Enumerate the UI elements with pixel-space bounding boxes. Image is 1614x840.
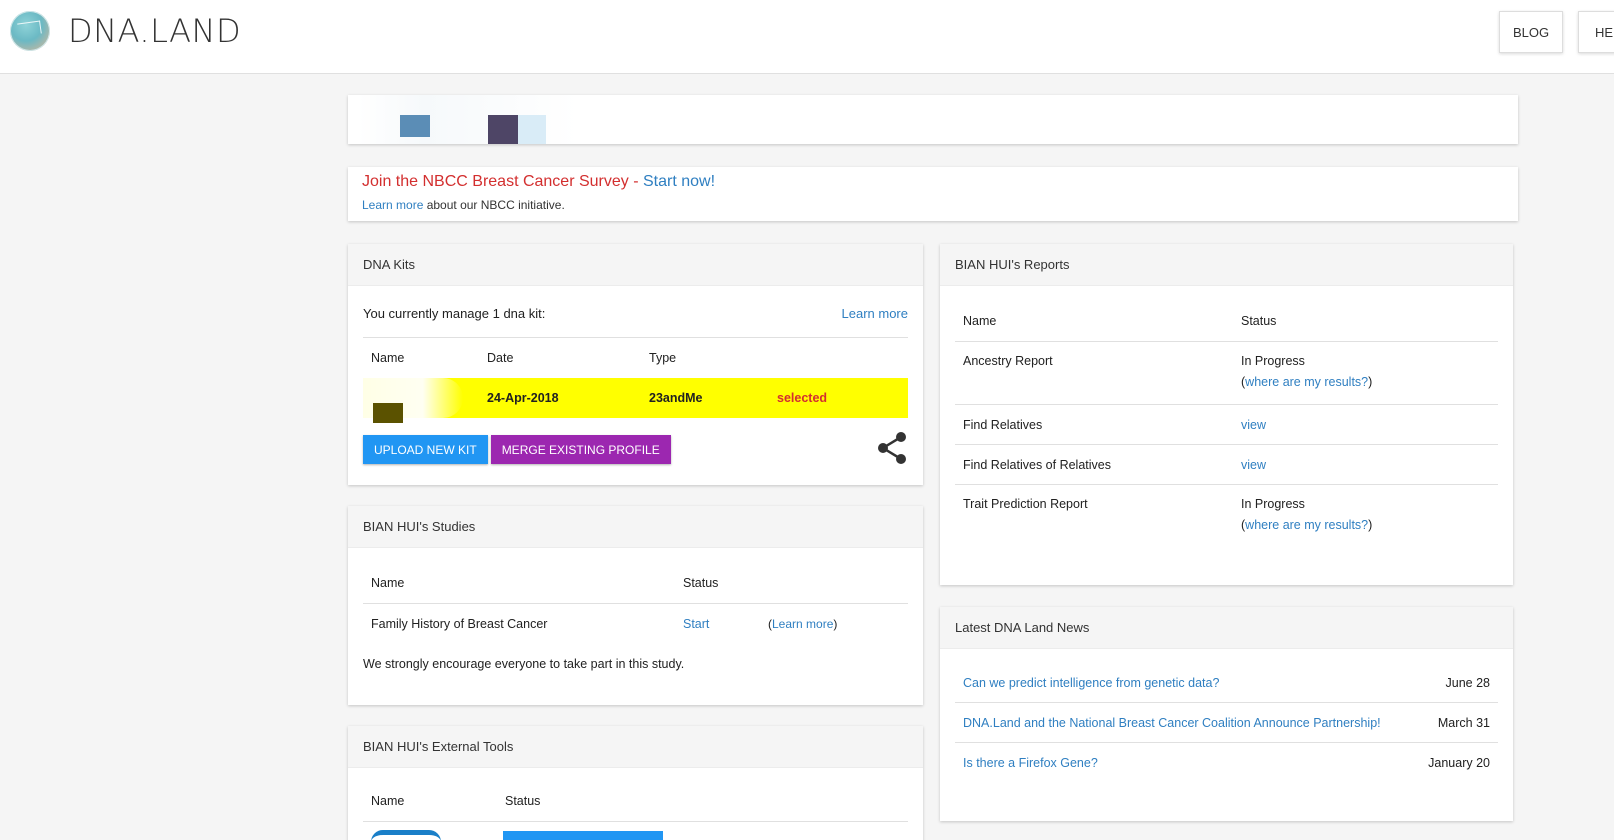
upload-new-kit-button[interactable]: UPLOAD NEW KIT [363, 435, 488, 464]
report-results-hint: (where are my results?) [1241, 518, 1372, 532]
news-item: Is there a Firefox Gene? January 20 [955, 743, 1498, 783]
column-header-status: Status [505, 793, 541, 808]
study-note: We strongly encourage everyone to take p… [363, 657, 685, 671]
news-link[interactable]: Can we predict intelligence from genetic… [963, 676, 1219, 690]
report-status: In Progress (where are my results?) [1241, 497, 1372, 539]
paren: ) [1368, 375, 1373, 389]
tools-table-header: Name Status [363, 768, 908, 822]
studies-table-header: Name Status [363, 548, 908, 604]
image-fragment [518, 115, 546, 144]
kit-selected-label: selected [777, 391, 828, 405]
news-date: March 31 [1437, 715, 1490, 730]
column-header-date: Date [487, 351, 514, 365]
top-bar: DNA.LAND BLOG HE [0, 0, 1614, 74]
report-status-text: In Progress [1241, 497, 1305, 511]
kit-date: 24-Apr-2018 [487, 391, 559, 405]
external-tools-card: BIAN HUI's External Tools Name Status [348, 726, 923, 840]
column-header-name: Name [963, 313, 997, 328]
where-are-my-results-link[interactable]: where are my results? [1245, 375, 1368, 389]
column-header-status: Status [1241, 313, 1277, 328]
column-header-name: Name [371, 575, 405, 590]
find-relatives-view-link[interactable]: view [1241, 418, 1266, 432]
logo-text: DNA.LAND [68, 12, 242, 50]
kits-learn-more-link[interactable]: Learn more [842, 306, 908, 337]
report-status-text: In Progress [1241, 354, 1305, 368]
find-relatives-of-relatives-view-link[interactable]: view [1241, 458, 1266, 472]
dna-land-logo-icon [10, 11, 50, 51]
card-header: DNA Kits [348, 244, 923, 286]
column-header-name: Name [371, 351, 405, 365]
news-card: Latest DNA Land News Can we predict inte… [940, 607, 1513, 821]
news-link[interactable]: DNA.Land and the National Breast Cancer … [963, 716, 1381, 730]
kit-row-selected[interactable]: 24-Apr-2018 23andMe selected [363, 378, 908, 423]
study-learn-more: (Learn more) [768, 617, 837, 631]
kit-type: 23andMe [649, 391, 703, 405]
report-row: Trait Prediction Report In Progress (whe… [955, 485, 1498, 548]
paren: ) [1368, 518, 1373, 532]
nav-help-button[interactable]: HE [1578, 11, 1614, 53]
learn-more-link[interactable]: Learn more [362, 198, 423, 212]
report-row: Find Relatives view [955, 405, 1498, 445]
manage-text: You currently manage 1 dna kit: [363, 306, 546, 321]
news-link[interactable]: Is there a Firefox Gene? [963, 756, 1098, 770]
report-status: In Progress (where are my results?) [1241, 354, 1372, 396]
paren: ) [833, 617, 838, 631]
column-header-status: Status [683, 575, 719, 590]
dna-kits-card: DNA Kits You currently manage 1 dna kit:… [348, 244, 923, 485]
tool-row [363, 822, 908, 840]
report-name: Ancestry Report [963, 354, 1053, 368]
start-now-link[interactable]: Start now! [643, 173, 715, 190]
card-header: BIAN HUI's Studies [348, 506, 923, 548]
news-item: DNA.Land and the National Breast Cancer … [955, 703, 1498, 743]
column-header-name: Name [371, 793, 405, 808]
profile-banner [348, 95, 1518, 144]
news-date: January 20 [1428, 756, 1490, 770]
image-fragment [488, 115, 518, 144]
logo[interactable]: DNA.LAND [10, 11, 241, 51]
report-name: Find Relatives of Relatives [963, 457, 1111, 472]
study-learn-more-link[interactable]: Learn more [772, 617, 833, 631]
survey-title-text: Join the NBCC Breast Cancer Survey - [362, 173, 643, 190]
report-name: Find Relatives [963, 417, 1043, 432]
card-header: Latest DNA Land News [940, 607, 1513, 649]
reports-table-header: Name Status [955, 286, 1498, 342]
merge-existing-profile-button[interactable]: MERGE EXISTING PROFILE [490, 435, 671, 464]
image-fragment [373, 403, 403, 423]
tool-action-button[interactable] [503, 831, 663, 840]
nav-blog-button[interactable]: BLOG [1499, 11, 1563, 53]
image-fragment [400, 115, 430, 137]
kits-table-header: Name Date Type [363, 338, 908, 378]
card-header: BIAN HUI's External Tools [348, 726, 923, 768]
survey-subtitle-text: about our NBCC initiative. [423, 198, 565, 212]
report-results-hint: (where are my results?) [1241, 375, 1372, 389]
column-header-type: Type [649, 351, 677, 365]
news-date: June 28 [1445, 675, 1490, 690]
reports-card: BIAN HUI's Reports Name Status Ancestry … [940, 244, 1513, 585]
tool-logo [371, 830, 441, 840]
studies-card: BIAN HUI's Studies Name Status Family Hi… [348, 506, 923, 705]
survey-subtitle: Learn more about our NBCC initiative. [362, 198, 1504, 212]
report-name: Trait Prediction Report [963, 497, 1088, 511]
study-row: Family History of Breast Cancer Start (L… [363, 604, 908, 644]
card-header: BIAN HUI's Reports [940, 244, 1513, 286]
study-start-link[interactable]: Start [683, 617, 768, 631]
survey-title: Join the NBCC Breast Cancer Survey - Sta… [362, 173, 1504, 191]
nbcc-survey-card: Join the NBCC Breast Cancer Survey - Sta… [348, 167, 1518, 221]
share-icon[interactable] [876, 431, 908, 470]
study-name: Family History of Breast Cancer [371, 617, 548, 631]
report-row: Find Relatives of Relatives view [955, 445, 1498, 485]
news-item: Can we predict intelligence from genetic… [955, 663, 1498, 703]
where-are-my-results-link[interactable]: where are my results? [1245, 518, 1368, 532]
report-row: Ancestry Report In Progress (where are m… [955, 342, 1498, 405]
